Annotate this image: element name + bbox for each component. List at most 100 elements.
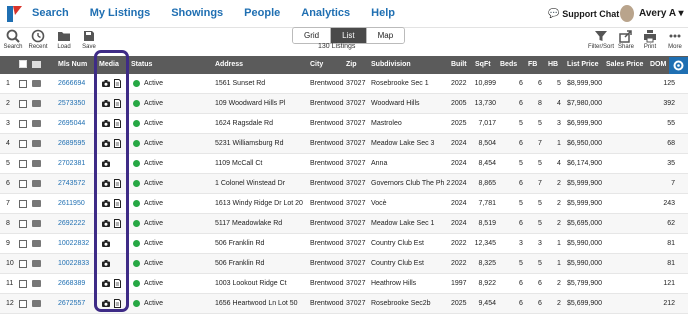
document-icon[interactable] bbox=[114, 119, 121, 128]
row-checkbox[interactable] bbox=[19, 100, 27, 108]
filter-sort-button[interactable]: Filter/Sort bbox=[587, 29, 615, 50]
folder-icon[interactable] bbox=[32, 120, 41, 127]
nav-link-analytics[interactable]: Analytics bbox=[301, 7, 350, 19]
col-beds[interactable]: Beds bbox=[500, 61, 517, 68]
nav-link-help[interactable]: Help bbox=[371, 7, 395, 19]
folder-icon[interactable] bbox=[32, 280, 41, 287]
save-tool-button[interactable]: Save bbox=[76, 29, 102, 50]
table-row[interactable]: 6 2743572 Active 1 Colonel Winstead Dr Brent… bbox=[0, 174, 688, 194]
row-checkbox[interactable] bbox=[19, 140, 27, 148]
document-icon[interactable] bbox=[114, 179, 121, 188]
col-city[interactable]: City bbox=[310, 61, 323, 68]
col-status[interactable]: Status bbox=[131, 61, 152, 68]
column-settings-button[interactable] bbox=[669, 57, 688, 74]
col-sqft[interactable]: SqFt bbox=[475, 61, 491, 68]
print-button[interactable]: Print bbox=[637, 29, 663, 50]
col-built[interactable]: Built bbox=[451, 61, 467, 68]
camera-icon[interactable] bbox=[102, 160, 110, 167]
more-button[interactable]: More bbox=[662, 29, 688, 50]
select-all-checkbox[interactable] bbox=[19, 60, 27, 68]
document-icon[interactable] bbox=[114, 139, 121, 148]
document-icon[interactable] bbox=[114, 299, 121, 308]
mls-num-link[interactable]: 2743572 bbox=[58, 180, 85, 187]
table-row[interactable]: 10 10022833 Active 506 Franklin Rd Brentwood… bbox=[0, 254, 688, 274]
camera-icon[interactable] bbox=[102, 240, 110, 247]
col-dom[interactable]: DOM bbox=[650, 61, 666, 68]
row-checkbox[interactable] bbox=[19, 260, 27, 268]
camera-icon[interactable] bbox=[102, 260, 110, 267]
row-checkbox[interactable] bbox=[19, 220, 27, 228]
folder-icon[interactable] bbox=[32, 180, 41, 187]
search-tool-button[interactable]: Search bbox=[0, 29, 26, 50]
camera-icon[interactable] bbox=[102, 120, 110, 127]
row-checkbox[interactable] bbox=[19, 300, 27, 308]
load-tool-button[interactable]: Load bbox=[51, 29, 77, 50]
mls-num-link[interactable]: 2672557 bbox=[58, 300, 85, 307]
table-row[interactable]: 5 2702381 Active 1109 McCall Ct Brentwood 370… bbox=[0, 154, 688, 174]
folder-icon[interactable] bbox=[32, 300, 41, 307]
table-row[interactable]: 12 2672557 Active 1656 Heartwood Ln Lot 50 B… bbox=[0, 294, 688, 314]
mls-num-link[interactable]: 2695044 bbox=[58, 120, 85, 127]
col-mls-num[interactable]: Mls Num bbox=[58, 61, 87, 68]
user-menu[interactable]: Avery A ▾ bbox=[639, 8, 684, 19]
mls-num-link[interactable]: 10022833 bbox=[58, 260, 89, 267]
document-icon[interactable] bbox=[114, 199, 121, 208]
table-row[interactable]: 11 2668389 Active 1003 Lookout Ridge Ct Bren… bbox=[0, 274, 688, 294]
folder-icon[interactable] bbox=[32, 100, 41, 107]
nav-link-my-listings[interactable]: My Listings bbox=[90, 7, 151, 19]
table-row[interactable]: 9 10022832 Active 506 Franklin Rd Brentwood 3… bbox=[0, 234, 688, 254]
col-address[interactable]: Address bbox=[215, 61, 243, 68]
camera-icon[interactable] bbox=[102, 280, 110, 287]
camera-icon[interactable] bbox=[102, 80, 110, 87]
document-icon[interactable] bbox=[114, 99, 121, 108]
col-sales-price[interactable]: Sales Price bbox=[606, 61, 643, 68]
tab-list[interactable]: List bbox=[331, 28, 367, 43]
row-checkbox[interactable] bbox=[19, 200, 27, 208]
avatar[interactable] bbox=[620, 5, 634, 22]
document-icon[interactable] bbox=[114, 219, 121, 228]
mls-num-link[interactable]: 10022832 bbox=[58, 240, 89, 247]
tab-grid[interactable]: Grid bbox=[293, 28, 332, 43]
nav-link-search[interactable]: Search bbox=[32, 7, 69, 19]
nav-link-showings[interactable]: Showings bbox=[171, 7, 223, 19]
table-row[interactable]: 8 2692222 Active 5117 Meadowlake Rd Brentwoo… bbox=[0, 214, 688, 234]
mls-num-link[interactable]: 2689595 bbox=[58, 140, 85, 147]
camera-icon[interactable] bbox=[102, 220, 110, 227]
col-list-price[interactable]: List Price bbox=[567, 61, 599, 68]
table-row[interactable]: 2 2573350 Active 109 Woodward Hills Pl Brent… bbox=[0, 94, 688, 114]
row-checkbox[interactable] bbox=[19, 280, 27, 288]
table-row[interactable]: 3 2695044 Active 1624 Ragsdale Rd Brentwood 3… bbox=[0, 114, 688, 134]
camera-icon[interactable] bbox=[102, 100, 110, 107]
mls-num-link[interactable]: 2611950 bbox=[58, 200, 85, 207]
support-chat-button[interactable]: 💬 Support Chat bbox=[548, 8, 619, 19]
mls-num-link[interactable]: 2702381 bbox=[58, 160, 85, 167]
mls-num-link[interactable]: 2668389 bbox=[58, 280, 85, 287]
folder-icon[interactable] bbox=[32, 260, 41, 267]
folder-icon[interactable] bbox=[32, 140, 41, 147]
document-icon[interactable] bbox=[114, 79, 121, 88]
mls-num-link[interactable]: 2573350 bbox=[58, 100, 85, 107]
folder-icon[interactable] bbox=[32, 160, 41, 167]
logo-icon[interactable] bbox=[4, 3, 24, 25]
col-hb[interactable]: HB bbox=[548, 61, 558, 68]
row-checkbox[interactable] bbox=[19, 120, 27, 128]
folder-icon[interactable] bbox=[32, 200, 41, 207]
share-button[interactable]: Share bbox=[613, 29, 639, 50]
folder-icon[interactable] bbox=[32, 240, 41, 247]
table-row[interactable]: 1 2666694 Active 1561 Sunset Rd Brentwood 370… bbox=[0, 74, 688, 94]
row-checkbox[interactable] bbox=[19, 180, 27, 188]
camera-icon[interactable] bbox=[102, 200, 110, 207]
table-row[interactable]: 4 2689595 Active 5231 Williamsburg Rd Brentw… bbox=[0, 134, 688, 154]
camera-icon[interactable] bbox=[102, 180, 110, 187]
folder-icon[interactable] bbox=[32, 80, 41, 87]
row-checkbox[interactable] bbox=[19, 80, 27, 88]
mls-num-link[interactable]: 2666694 bbox=[58, 80, 85, 87]
table-row[interactable]: 7 2611950 Active 1613 Windy Ridge Dr Lot 20… bbox=[0, 194, 688, 214]
camera-icon[interactable] bbox=[102, 300, 110, 307]
col-fb[interactable]: FB bbox=[528, 61, 537, 68]
nav-link-people[interactable]: People bbox=[244, 7, 280, 19]
mls-num-link[interactable]: 2692222 bbox=[58, 220, 85, 227]
tab-map[interactable]: Map bbox=[366, 28, 405, 43]
folder-icon[interactable] bbox=[32, 220, 41, 227]
row-checkbox[interactable] bbox=[19, 160, 27, 168]
